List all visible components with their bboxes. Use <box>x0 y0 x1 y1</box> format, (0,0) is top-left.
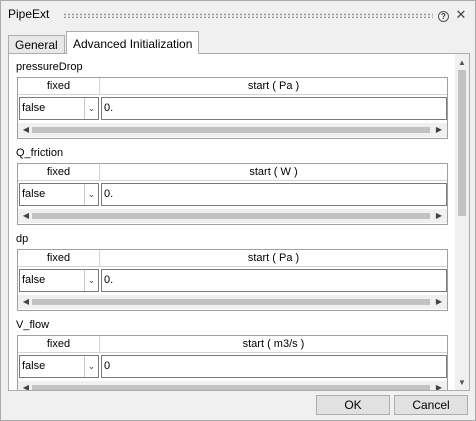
scroll-right-icon[interactable]: ▶ <box>433 209 445 223</box>
fixed-column-header: fixed <box>18 250 100 267</box>
fixed-dropdown[interactable]: false ⌄ <box>19 97 99 120</box>
title-bar[interactable]: PipeExt ? ✕ <box>1 1 475 27</box>
chevron-down-icon[interactable]: ⌄ <box>84 356 98 377</box>
fixed-column-header: fixed <box>18 164 100 181</box>
scroll-thumb[interactable] <box>32 299 430 305</box>
start-value-input[interactable]: 0 <box>101 355 447 378</box>
pipeext-dialog: PipeExt ? ✕ General Advanced Initializat… <box>0 0 476 421</box>
fixed-dropdown[interactable]: false ⌄ <box>19 269 99 292</box>
scroll-thumb[interactable] <box>458 70 466 216</box>
section-label: Q_friction <box>16 147 64 159</box>
section-label: V_flow <box>16 319 50 331</box>
tab-bar: General Advanced Initialization <box>8 31 470 54</box>
scroll-left-icon[interactable]: ◀ <box>20 123 32 137</box>
start-value-input[interactable]: 0. <box>101 97 447 120</box>
scroll-right-icon[interactable]: ▶ <box>433 123 445 137</box>
horizontal-scrollbar[interactable]: ◀ ▶ <box>18 381 447 390</box>
question-circle-icon[interactable]: ? <box>438 11 449 22</box>
fixed-column-header: fixed <box>18 336 100 353</box>
section-pressuredrop: pressureDrop fixed start ( Pa ) false ⌄ … <box>9 61 453 147</box>
fixed-value: false <box>22 102 46 114</box>
init-table: fixed start ( Pa ) false ⌄ 0. ◀ ▶ <box>17 249 448 311</box>
drag-grip[interactable] <box>63 13 433 18</box>
window-title: PipeExt <box>8 7 50 21</box>
vertical-scrollbar[interactable]: ▲ ▼ <box>455 54 469 390</box>
start-value-input[interactable]: 0. <box>101 183 447 206</box>
close-icon[interactable]: ✕ <box>453 7 469 23</box>
start-value-input[interactable]: 0. <box>101 269 447 292</box>
section-q-friction: Q_friction fixed start ( W ) false ⌄ 0. … <box>9 147 453 233</box>
fixed-column-header: fixed <box>18 78 100 95</box>
scroll-up-icon[interactable]: ▲ <box>455 56 469 70</box>
init-table: fixed start ( Pa ) false ⌄ 0. ◀ ▶ <box>17 77 448 139</box>
scroll-left-icon[interactable]: ◀ <box>20 209 32 223</box>
tab-advanced-initialization[interactable]: Advanced Initialization <box>66 31 200 54</box>
fixed-dropdown[interactable]: false ⌄ <box>19 355 99 378</box>
scroll-right-icon[interactable]: ▶ <box>433 381 445 390</box>
scroll-thumb[interactable] <box>32 213 430 219</box>
tab-general[interactable]: General <box>8 35 65 54</box>
scroll-right-icon[interactable]: ▶ <box>433 295 445 309</box>
fixed-value: false <box>22 188 46 200</box>
section-label: dp <box>16 233 29 245</box>
start-column-header: start ( W ) <box>100 164 447 181</box>
fixed-dropdown[interactable]: false ⌄ <box>19 183 99 206</box>
scroll-left-icon[interactable]: ◀ <box>20 295 32 309</box>
init-table: fixed start ( W ) false ⌄ 0. ◀ ▶ <box>17 163 448 225</box>
sections-container: pressureDrop fixed start ( Pa ) false ⌄ … <box>9 54 453 390</box>
start-column-header: start ( m3/s ) <box>100 336 447 353</box>
cancel-button[interactable]: Cancel <box>394 395 468 415</box>
init-table: fixed start ( m3/s ) false ⌄ 0 ◀ ▶ <box>17 335 448 390</box>
section-dp: dp fixed start ( Pa ) false ⌄ 0. ◀ ▶ <box>9 233 453 319</box>
scroll-left-icon[interactable]: ◀ <box>20 381 32 390</box>
scroll-down-icon[interactable]: ▼ <box>455 376 469 390</box>
chevron-down-icon[interactable]: ⌄ <box>84 270 98 291</box>
scroll-thumb[interactable] <box>32 385 430 390</box>
ok-button[interactable]: OK <box>316 395 390 415</box>
fixed-value: false <box>22 274 46 286</box>
chevron-down-icon[interactable]: ⌄ <box>84 98 98 119</box>
horizontal-scrollbar[interactable]: ◀ ▶ <box>18 295 447 309</box>
horizontal-scrollbar[interactable]: ◀ ▶ <box>18 209 447 223</box>
section-label: pressureDrop <box>16 61 83 73</box>
scroll-thumb[interactable] <box>32 127 430 133</box>
section-v-flow: V_flow fixed start ( m3/s ) false ⌄ 0 ◀ … <box>9 319 453 390</box>
fixed-value: false <box>22 360 46 372</box>
horizontal-scrollbar[interactable]: ◀ ▶ <box>18 123 447 137</box>
chevron-down-icon[interactable]: ⌄ <box>84 184 98 205</box>
advanced-initialization-panel: pressureDrop fixed start ( Pa ) false ⌄ … <box>8 53 470 391</box>
start-column-header: start ( Pa ) <box>100 78 447 95</box>
start-column-header: start ( Pa ) <box>100 250 447 267</box>
